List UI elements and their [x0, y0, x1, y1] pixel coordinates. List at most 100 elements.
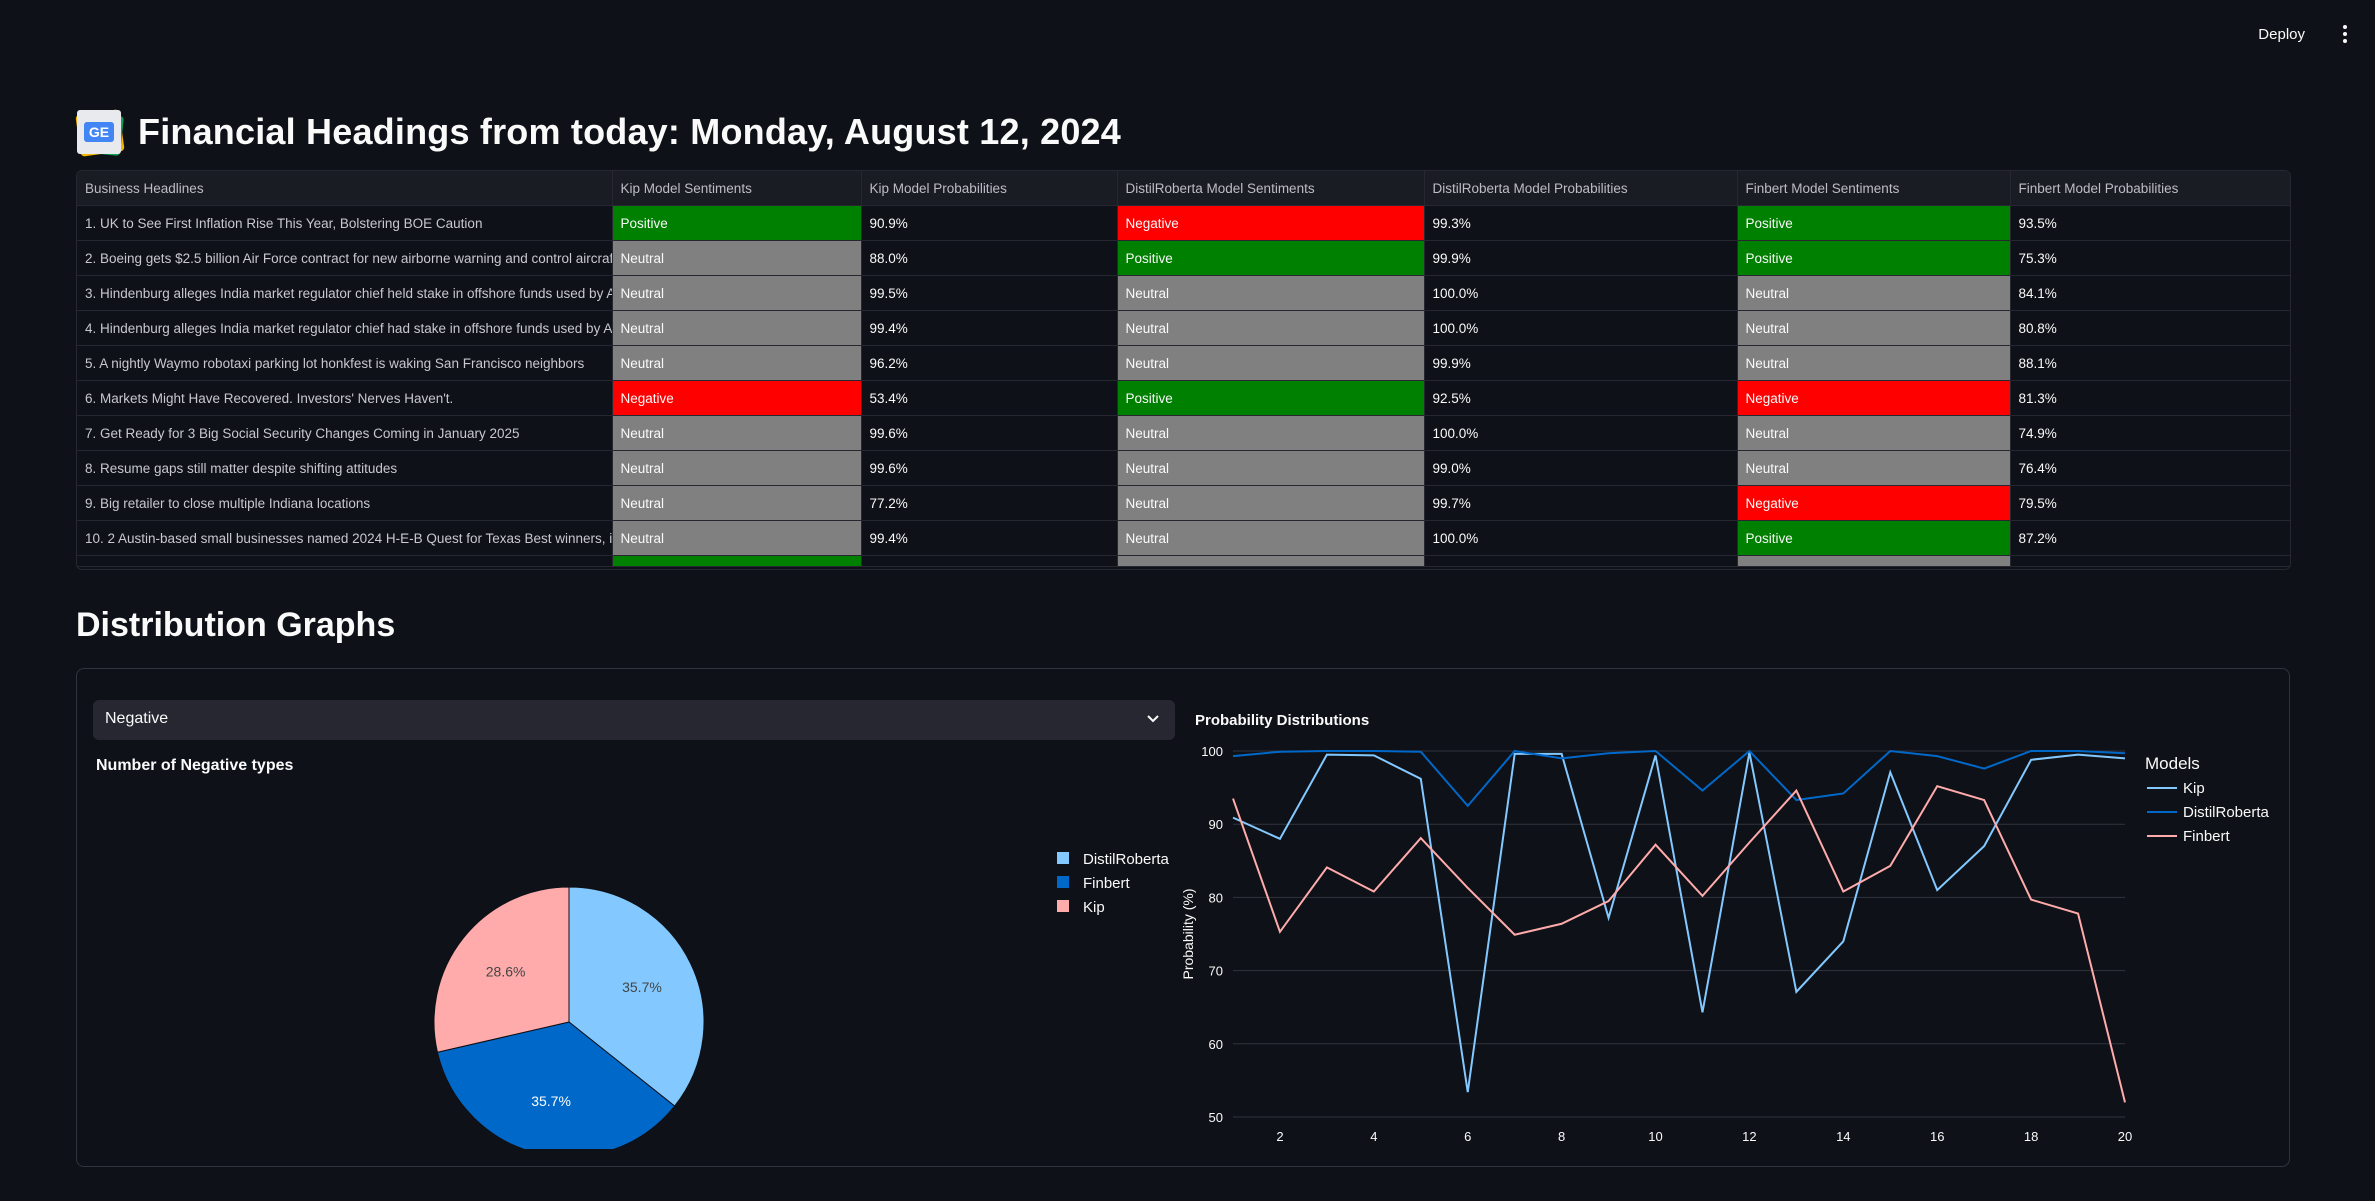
sentiment-cell[interactable]: Neutral	[1737, 450, 2011, 486]
table-row[interactable]	[77, 555, 2290, 567]
table-cell[interactable]	[1117, 555, 1425, 567]
probability-cell[interactable]: 99.6%	[861, 415, 1118, 451]
probability-cell[interactable]: 96.2%	[861, 345, 1118, 381]
probability-cell[interactable]: 99.3%	[1424, 205, 1738, 241]
probability-cell[interactable]: 74.9%	[2010, 415, 2290, 451]
probability-cell[interactable]: 99.9%	[1424, 345, 1738, 381]
table-cell[interactable]	[2010, 555, 2290, 567]
table-row[interactable]: 1. UK to See First Inflation Rise This Y…	[77, 205, 2290, 241]
sentiment-cell[interactable]: Neutral	[1117, 485, 1425, 521]
probability-cell[interactable]: 92.5%	[1424, 380, 1738, 416]
sentiment-cell[interactable]: Negative	[612, 380, 862, 416]
probability-cell[interactable]: 100.0%	[1424, 275, 1738, 311]
main-menu-icon[interactable]	[2337, 20, 2353, 48]
headline-cell[interactable]: 1. UK to See First Inflation Rise This Y…	[77, 205, 613, 241]
sentiment-cell[interactable]: Positive	[612, 205, 862, 241]
sentiment-cell[interactable]: Positive	[1737, 240, 2011, 276]
deploy-button[interactable]: Deploy	[2250, 20, 2313, 49]
sentiment-cell[interactable]: Neutral	[612, 240, 862, 276]
probability-cell[interactable]: 100.0%	[1424, 415, 1738, 451]
table-cell[interactable]	[861, 555, 1118, 567]
headline-cell[interactable]: 9. Big retailer to close multiple Indian…	[77, 485, 613, 521]
probability-cell[interactable]: 84.1%	[2010, 275, 2290, 311]
headline-cell[interactable]: 7. Get Ready for 3 Big Social Security C…	[77, 415, 613, 451]
sentiment-cell[interactable]: Positive	[1117, 240, 1425, 276]
sentiment-cell[interactable]: Positive	[1737, 205, 2011, 241]
sentiment-cell[interactable]: Neutral	[1117, 415, 1425, 451]
headline-cell[interactable]: 2. Boeing gets $2.5 billion Air Force co…	[77, 240, 613, 276]
probability-cell[interactable]: 99.0%	[1424, 450, 1738, 486]
probability-cell[interactable]: 99.6%	[861, 450, 1118, 486]
series-line-distilroberta	[1232, 749, 2126, 808]
column-header[interactable]: Finbert Model Probabilities	[2010, 171, 2290, 206]
sentiment-cell[interactable]: Neutral	[612, 310, 862, 346]
probability-cell[interactable]: 99.5%	[861, 275, 1118, 311]
table-cell[interactable]	[612, 555, 862, 567]
probability-cell[interactable]: 99.4%	[861, 520, 1118, 556]
column-header[interactable]: Finbert Model Sentiments	[1737, 171, 2011, 206]
table-cell[interactable]	[1737, 555, 2011, 567]
headlines-table[interactable]: Business Headlines Kip Model Sentiments Ki…	[76, 170, 2291, 570]
sentiment-cell[interactable]: Neutral	[612, 450, 862, 486]
probability-cell[interactable]: 80.8%	[2010, 310, 2290, 346]
table-row[interactable]: 4. Hindenburg alleges India market regul…	[77, 310, 2290, 346]
headline-cell[interactable]: 3. Hindenburg alleges India market regul…	[77, 275, 613, 311]
sentiment-cell[interactable]: Positive	[1117, 380, 1425, 416]
probability-cell[interactable]: 53.4%	[861, 380, 1118, 416]
sentiment-cell[interactable]: Neutral	[1737, 415, 2011, 451]
sentiment-cell[interactable]: Neutral	[612, 485, 862, 521]
table-row[interactable]: 3. Hindenburg alleges India market regul…	[77, 275, 2290, 311]
sentiment-cell[interactable]: Positive	[1737, 520, 2011, 556]
column-header[interactable]: DistilRoberta Model Sentiments	[1117, 171, 1425, 206]
table-row[interactable]: 10. 2 Austin-based small businesses name…	[77, 520, 2290, 556]
table-cell[interactable]	[1424, 555, 1738, 567]
column-header[interactable]: Kip Model Probabilities	[861, 171, 1118, 206]
probability-cell[interactable]: 88.1%	[2010, 345, 2290, 381]
sentiment-cell[interactable]: Neutral	[1737, 275, 2011, 311]
sentiment-cell[interactable]: Negative	[1117, 205, 1425, 241]
probability-cell[interactable]: 81.3%	[2010, 380, 2290, 416]
probability-cell[interactable]: 99.9%	[1424, 240, 1738, 276]
column-header[interactable]: DistilRoberta Model Probabilities	[1424, 171, 1738, 206]
probability-cell[interactable]: 77.2%	[861, 485, 1118, 521]
probability-cell[interactable]: 87.2%	[2010, 520, 2290, 556]
sentiment-cell[interactable]: Neutral	[1737, 310, 2011, 346]
table-row[interactable]: 9. Big retailer to close multiple Indian…	[77, 485, 2290, 521]
probability-cell[interactable]: 93.5%	[2010, 205, 2290, 241]
column-header[interactable]: Business Headlines	[77, 171, 613, 206]
sentiment-cell[interactable]: Neutral	[1117, 275, 1425, 311]
headline-cell[interactable]: 5. A nightly Waymo robotaxi parking lot …	[77, 345, 613, 381]
table-row[interactable]: 2. Boeing gets $2.5 billion Air Force co…	[77, 240, 2290, 276]
headline-cell[interactable]: 10. 2 Austin-based small businesses name…	[77, 520, 613, 556]
probability-cell[interactable]: 100.0%	[1424, 520, 1738, 556]
sentiment-cell[interactable]: Negative	[1737, 485, 2011, 521]
headline-cell[interactable]: 6. Markets Might Have Recovered. Investo…	[77, 380, 613, 416]
probability-cell[interactable]: 79.5%	[2010, 485, 2290, 521]
sentiment-cell[interactable]: Neutral	[612, 275, 862, 311]
sentiment-cell[interactable]: Neutral	[1737, 345, 2011, 381]
probability-cell[interactable]: 88.0%	[861, 240, 1118, 276]
probability-cell[interactable]: 76.4%	[2010, 450, 2290, 486]
table-row[interactable]: 7. Get Ready for 3 Big Social Security C…	[77, 415, 2290, 451]
sentiment-cell[interactable]: Neutral	[1117, 520, 1425, 556]
headline-cell[interactable]: 4. Hindenburg alleges India market regul…	[77, 310, 613, 346]
probability-cell[interactable]: 99.7%	[1424, 485, 1738, 521]
probability-cell[interactable]: 90.9%	[861, 205, 1118, 241]
probability-cell[interactable]: 100.0%	[1424, 310, 1738, 346]
probability-cell[interactable]: 99.4%	[861, 310, 1118, 346]
sentiment-select[interactable]: Negative	[93, 700, 1175, 740]
sentiment-cell[interactable]: Neutral	[1117, 310, 1425, 346]
headline-cell[interactable]: 8. Resume gaps still matter despite shif…	[77, 450, 613, 486]
sentiment-cell[interactable]: Neutral	[1117, 345, 1425, 381]
sentiment-cell[interactable]: Neutral	[612, 520, 862, 556]
sentiment-cell[interactable]: Negative	[1737, 380, 2011, 416]
sentiment-cell[interactable]: Neutral	[1117, 450, 1425, 486]
column-header[interactable]: Kip Model Sentiments	[612, 171, 862, 206]
probability-cell[interactable]: 75.3%	[2010, 240, 2290, 276]
sentiment-cell[interactable]: Neutral	[612, 415, 862, 451]
table-row[interactable]: 5. A nightly Waymo robotaxi parking lot …	[77, 345, 2290, 381]
sentiment-cell[interactable]: Neutral	[612, 345, 862, 381]
table-cell[interactable]	[77, 555, 613, 567]
table-row[interactable]: 6. Markets Might Have Recovered. Investo…	[77, 380, 2290, 416]
table-row[interactable]: 8. Resume gaps still matter despite shif…	[77, 450, 2290, 486]
